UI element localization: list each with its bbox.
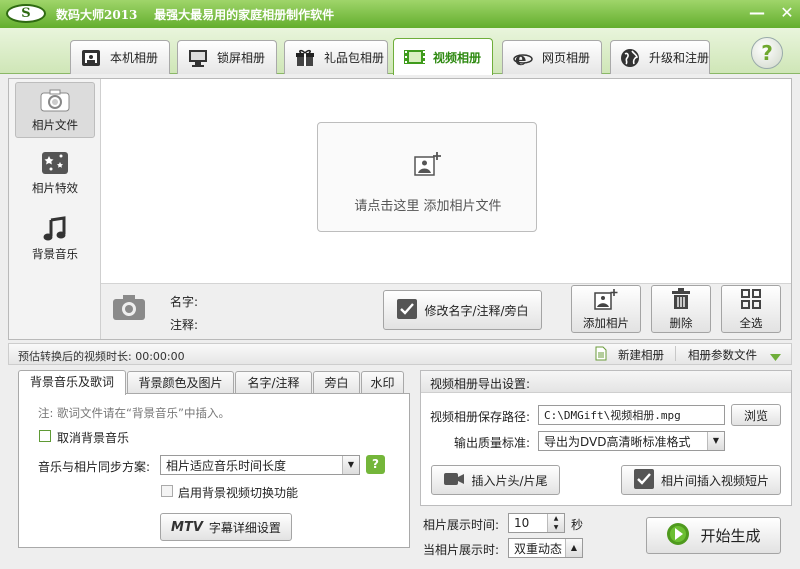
mtv-logo: MTV [171, 519, 203, 535]
cancel-music-checkbox[interactable] [39, 430, 51, 442]
app-logo: S [6, 4, 46, 23]
dropdown-arrow-icon[interactable] [770, 350, 781, 364]
monitor-icon [80, 48, 102, 68]
save-path-label: 视频相册保存路径: [430, 410, 531, 424]
quality-select[interactable]: 导出为DVD高清晰标准格式 ▼ [538, 431, 725, 451]
sidebar-item-background-music[interactable]: 背景音乐 [15, 212, 95, 268]
tab-background-color-image[interactable]: 背景颜色及图片 [127, 371, 234, 395]
gift-icon [294, 48, 316, 68]
chevron-up-icon: ▲ [565, 539, 582, 557]
cancel-music-label: 取消背景音乐 [57, 431, 130, 445]
tab-web-album[interactable]: e 网页相册 [502, 40, 602, 74]
add-image-icon [414, 151, 442, 180]
sidebar-item-photo-files[interactable]: 相片文件 [15, 82, 95, 138]
trash-icon [670, 287, 692, 313]
tab-watermark[interactable]: 水印 [361, 371, 404, 395]
close-button[interactable]: ✕ [778, 4, 796, 22]
insert-video-clip-button[interactable]: 相片间插入视频短片 [621, 465, 781, 495]
checkmark-icon [396, 298, 418, 323]
spinner-arrows-icon[interactable]: ▲ ▼ [547, 514, 564, 532]
display-time-spinner[interactable]: 10 ▲ ▼ [508, 513, 565, 533]
subtitle-settings-button[interactable]: MTV 字幕详细设置 [160, 513, 292, 541]
app-slogan: 最强大最易用的家庭相册制作软件 [154, 8, 335, 22]
tab-narration[interactable]: 旁白 [313, 371, 360, 395]
transition-select[interactable]: 双重动态 ▲ [508, 538, 583, 558]
name-label: 名字: [170, 295, 199, 309]
add-photo-button[interactable]: 添加相片 [571, 285, 641, 333]
grid-icon [740, 288, 762, 313]
video-camera-icon [443, 471, 465, 490]
camera-icon [40, 87, 70, 113]
sync-help-icon[interactable]: ? [366, 455, 385, 474]
ie-icon: e [512, 48, 534, 68]
transition-label: 当相片展示时: [423, 543, 500, 557]
svg-text:e: e [515, 49, 526, 68]
lyrics-note: 注: 歌词文件请在“背景音乐”中插入。 [38, 406, 230, 420]
sync-scheme-select[interactable]: 相片适应音乐时间长度 ▼ [160, 455, 360, 475]
film-icon [403, 47, 425, 67]
effects-icon [40, 150, 70, 176]
add-image-icon [594, 288, 618, 313]
app-name: 数码大师2013 [56, 8, 138, 22]
photo-preview-icon [112, 292, 146, 325]
browse-button[interactable]: 浏览 [731, 404, 781, 426]
minimize-button[interactable]: — [748, 4, 766, 22]
tab-video-album[interactable]: 视频相册 [393, 38, 493, 75]
music-note-icon [40, 216, 70, 242]
checkmark-icon [633, 468, 655, 493]
export-settings-heading: 视频相册导出设置: [430, 377, 531, 391]
tab-upgrade-register[interactable]: 升级和注册 [610, 40, 710, 74]
tab-name-note[interactable]: 名字/注释 [235, 371, 312, 395]
tab-lockscreen-album[interactable]: 锁屏相册 [177, 40, 277, 74]
quality-label: 输出质量标准: [454, 436, 531, 450]
enable-video-switch-label: 启用背景视频切换功能 [178, 486, 299, 500]
window-title: 数码大师2013 最强大最易用的家庭相册制作软件 [56, 6, 334, 23]
save-path-field[interactable]: C:\DMGift\视频相册.mpg [538, 405, 725, 425]
new-album-link[interactable]: 新建相册 [618, 347, 664, 363]
left-sidebar: 相片文件 相片特效 背景音乐 [9, 79, 101, 339]
chevron-down-icon: ▼ [342, 456, 359, 474]
display-time-label: 相片展示时间: [423, 518, 500, 532]
estimated-duration: 预估转换后的视频时长: 00:00:00 [18, 350, 185, 363]
document-icon [595, 346, 607, 364]
insert-head-tail-button[interactable]: 插入片头/片尾 [431, 465, 560, 495]
tab-background-music-lyrics[interactable]: 背景音乐及歌词 [18, 370, 126, 395]
tab-local-album[interactable]: 本机相册 [70, 40, 170, 74]
seconds-unit: 秒 [571, 518, 584, 532]
globe-icon [620, 48, 641, 68]
enable-video-switch-checkbox[interactable] [161, 485, 173, 497]
note-label: 注释: [170, 318, 199, 332]
main-tab-bar: 本机相册 锁屏相册 礼品包相册 视频相册 e 网页相册 升级和注册 [0, 28, 800, 75]
delete-button[interactable]: 删除 [651, 285, 711, 333]
sync-scheme-label: 音乐与相片同步方案: [38, 460, 151, 474]
tab-gift-album[interactable]: 礼品包相册 [284, 40, 388, 74]
help-button[interactable]: ? [751, 37, 783, 69]
chevron-down-icon: ▼ [707, 432, 724, 450]
sidebar-item-photo-effects[interactable]: 相片特效 [15, 146, 95, 202]
screen-icon [187, 48, 209, 68]
status-divider [675, 346, 676, 361]
add-photo-drop-zone[interactable]: 请点击这里 添加相片文件 [317, 122, 537, 232]
edit-name-note-button[interactable]: 修改名字/注释/旁白 [383, 290, 542, 330]
start-generate-button[interactable]: 开始生成 [646, 517, 781, 554]
select-all-button[interactable]: 全选 [721, 285, 781, 333]
album-params-link[interactable]: 相册参数文件 [688, 347, 757, 363]
play-icon [666, 522, 690, 550]
